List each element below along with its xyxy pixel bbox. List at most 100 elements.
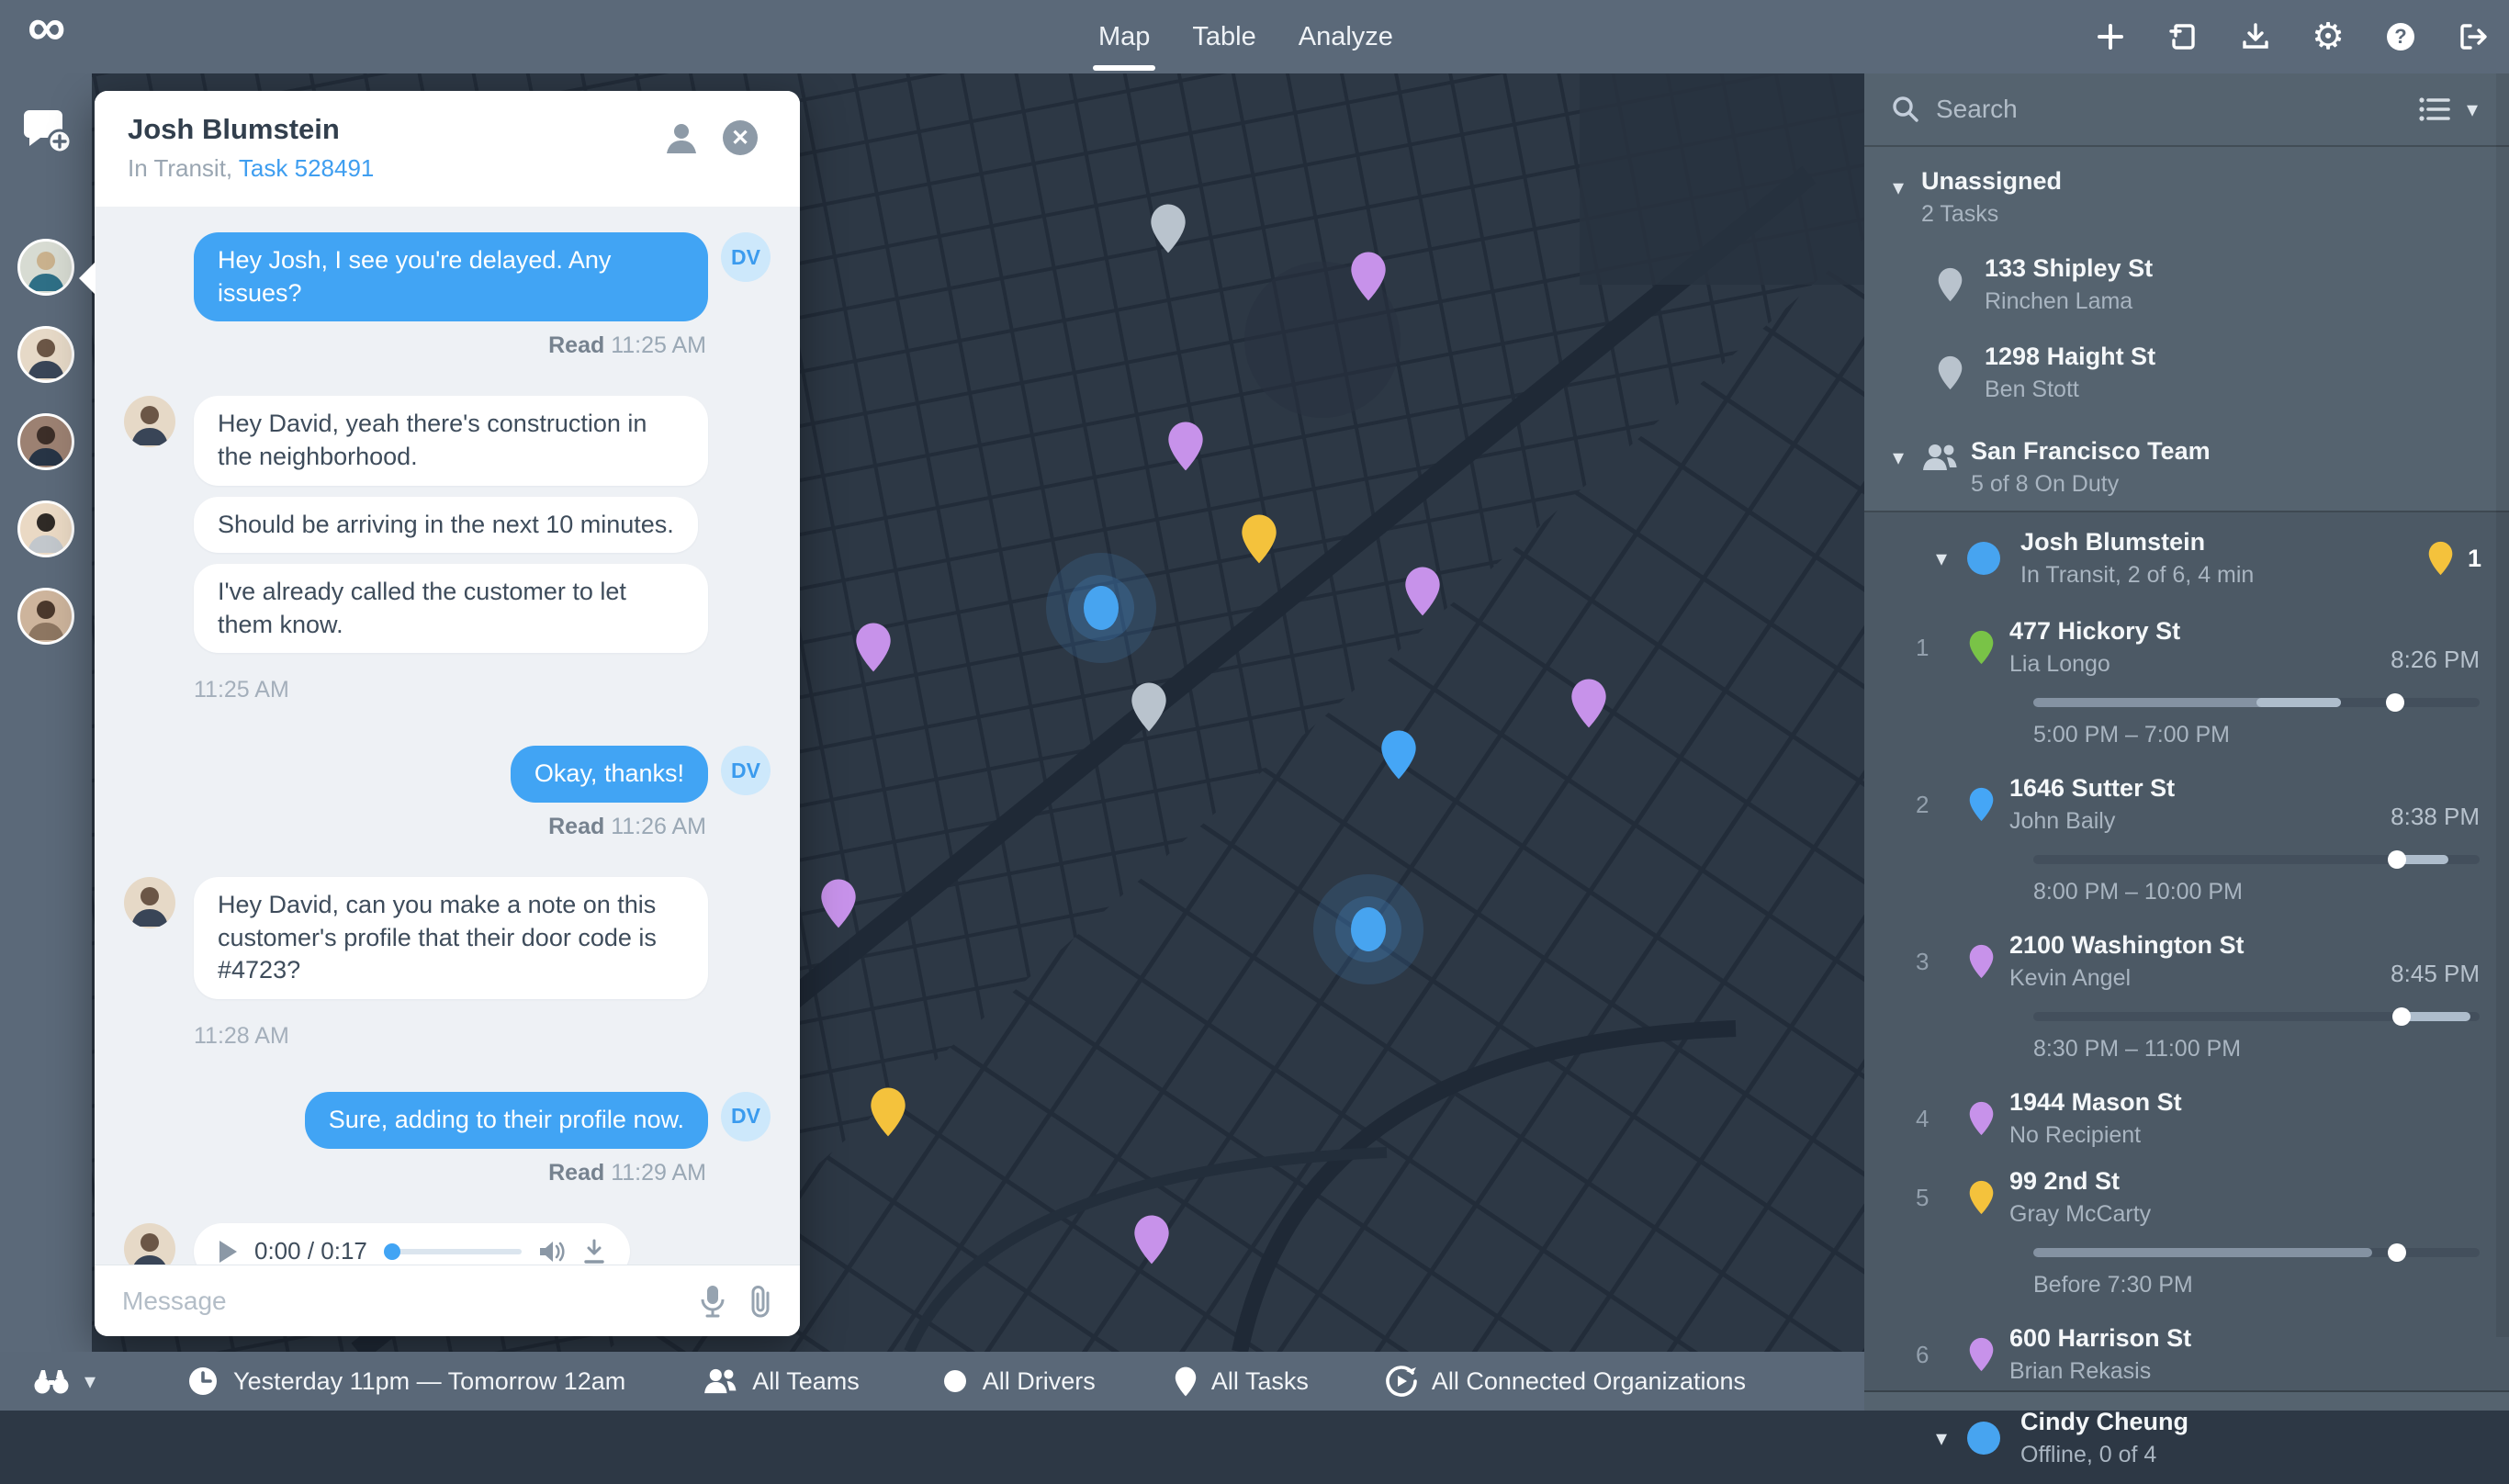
organizations-filter[interactable]: All Connected Organizations — [1386, 1366, 1746, 1397]
map-task-pin-purple[interactable] — [1350, 251, 1387, 301]
group-title: San Francisco Team — [1971, 437, 2211, 466]
view-tabs: Map Table Analyze — [1098, 0, 1393, 73]
task-timeline-bar — [2033, 698, 2480, 707]
play-icon[interactable] — [218, 1240, 238, 1264]
new-chat-icon[interactable] — [20, 110, 73, 158]
search-icon — [1892, 96, 1919, 123]
task-window: 8:30 PM – 11:00 PM — [2033, 1036, 2509, 1062]
collapse-caret-icon[interactable]: ▾ — [1936, 1425, 1947, 1452]
audio-scrubber[interactable] — [384, 1249, 522, 1254]
driver-dot-icon — [942, 1368, 968, 1394]
map-task-pin-gray[interactable] — [1131, 681, 1167, 732]
sender-avatar-dv: DV — [721, 1092, 771, 1141]
driver-avatar-josh-selected[interactable] — [17, 326, 74, 383]
driver-profile-icon[interactable] — [664, 120, 699, 155]
import-tasks-icon[interactable] — [2167, 21, 2199, 52]
task-pin-icon — [1969, 1101, 1994, 1136]
task-window: Before 7:30 PM — [2033, 1272, 2509, 1298]
message-input[interactable] — [122, 1287, 677, 1316]
close-chat-icon[interactable]: ✕ — [723, 120, 758, 155]
selected-driver-section: ▾ Josh Blumstein In Transit, 2 of 6, 4 m… — [1864, 511, 2509, 1392]
read-receipt: Read 11:26 AM — [124, 814, 706, 840]
tasks-filter[interactable]: All Tasks — [1175, 1366, 1309, 1397]
group-subtitle: 2 Tasks — [1921, 201, 2062, 228]
group-subtitle: 5 of 8 On Duty — [1971, 471, 2211, 498]
attachment-icon[interactable] — [748, 1285, 772, 1318]
message-incoming: Hey David, yeah there's construction in … — [194, 396, 708, 485]
chat-panel: Josh Blumstein In Transit, Task 528491 ✕… — [95, 91, 800, 1336]
unassigned-task-row[interactable]: 133 Shipley St Rinchen Lama — [1864, 241, 2509, 329]
task-row-5[interactable]: 5 99 2nd St Gray McCarty Before 7:30 PM — [1864, 1154, 2509, 1311]
chat-messages[interactable]: Hey Josh, I see you're delayed. Any issu… — [95, 207, 800, 1265]
map-task-pin-gray[interactable] — [1150, 203, 1187, 253]
tab-table[interactable]: Table — [1192, 0, 1255, 73]
driver-avatar-5[interactable] — [17, 588, 74, 645]
message-incoming: I've already called the customer to let … — [194, 564, 708, 653]
driver-avatar-1[interactable] — [17, 239, 74, 296]
driver-status-dot — [1967, 1422, 2000, 1455]
badge-count: 1 — [2468, 545, 2481, 573]
task-row-1[interactable]: 1 477 Hickory St Lia Longo 8:26 PM 5:00 … — [1864, 604, 2509, 761]
clock-icon — [187, 1366, 219, 1397]
download-icon[interactable] — [582, 1239, 606, 1265]
map-driver-location-dot[interactable] — [1046, 553, 1156, 663]
export-download-icon[interactable] — [2240, 21, 2271, 52]
driver-avatar-3[interactable] — [17, 413, 74, 470]
task-row-6[interactable]: 6 600 Harrison St Brian Rekasis — [1864, 1311, 2509, 1390]
task-window: 8:00 PM – 10:00 PM — [2033, 879, 2509, 905]
logout-icon[interactable] — [2458, 21, 2489, 52]
sidebar-scrollbar[interactable] — [2496, 73, 2509, 1337]
map-task-pin-purple[interactable] — [1570, 678, 1607, 728]
map-task-pin-yellow[interactable] — [1241, 513, 1277, 564]
volume-icon[interactable] — [538, 1239, 566, 1265]
group-sf-team[interactable]: ▾ San Francisco Team 5 of 8 On Duty — [1864, 417, 2509, 511]
map-task-pin-purple[interactable] — [855, 622, 892, 672]
map-task-pin-purple[interactable] — [1167, 421, 1204, 471]
app-logo-infinity-icon: ∞ — [28, 0, 65, 58]
driver-avatar-4[interactable] — [17, 500, 74, 557]
map-task-pin-blue[interactable] — [1380, 729, 1417, 780]
mic-icon[interactable] — [701, 1285, 725, 1318]
task-window: 5:00 PM – 7:00 PM — [2033, 722, 2509, 748]
group-unassigned[interactable]: ▾ Unassigned 2 Tasks — [1864, 147, 2509, 241]
message-timestamp: 11:28 AM — [194, 1023, 289, 1050]
unassigned-task-row[interactable]: 1298 Haight St Ben Stott — [1864, 329, 2509, 417]
settings-gear-icon[interactable]: ⚙ — [2312, 21, 2344, 52]
chat-panel-pointer — [79, 262, 96, 295]
map-visibility-filter[interactable]: ▾ — [33, 1367, 96, 1395]
teams-filter[interactable]: All Teams — [703, 1367, 860, 1396]
task-pin-icon — [1175, 1366, 1197, 1397]
collapse-caret-icon[interactable]: ▾ — [1888, 174, 1908, 201]
sort-caret-icon[interactable]: ▾ — [2467, 96, 2478, 123]
message-outgoing: Okay, thanks! DV — [124, 746, 771, 803]
driver-row-josh[interactable]: ▾ Josh Blumstein In Transit, 2 of 6, 4 m… — [1864, 512, 2509, 604]
map-task-pin-purple[interactable] — [1133, 1214, 1170, 1265]
driver-row-cindy[interactable]: ▾ Cindy Cheung Offline, 0 of 4 — [1864, 1392, 2509, 1484]
drivers-filter[interactable]: All Drivers — [942, 1367, 1096, 1396]
list-view-icon[interactable] — [2419, 96, 2450, 122]
task-row-4[interactable]: 4 1944 Mason St No Recipient — [1864, 1075, 2509, 1154]
help-icon[interactable]: ? — [2385, 21, 2416, 52]
map-task-pin-purple[interactable] — [820, 878, 857, 928]
collapse-caret-icon[interactable]: ▾ — [1936, 545, 1947, 572]
task-row-2[interactable]: 2 1646 Sutter St John Baily 8:38 PM 8:00… — [1864, 761, 2509, 918]
map-task-pin-purple[interactable] — [1404, 566, 1441, 616]
tab-analyze[interactable]: Analyze — [1299, 0, 1393, 73]
search-input[interactable] — [1936, 95, 2402, 124]
map-driver-location-dot[interactable] — [1313, 874, 1423, 984]
sidebar-search-row: ▾ — [1864, 73, 2509, 147]
message-incoming-group: Hey David, yeah there's construction in … — [124, 396, 771, 703]
task-link[interactable]: Task 528491 — [239, 154, 374, 182]
chat-rail — [0, 73, 92, 1352]
task-row-3[interactable]: 3 2100 Washington St Kevin Angel 8:45 PM… — [1864, 918, 2509, 1075]
task-pin-icon — [1969, 1180, 1994, 1215]
task-eta: 8:26 PM — [2391, 646, 2480, 678]
task-timeline-bar — [2033, 855, 2480, 864]
task-pin-icon — [1969, 630, 1994, 665]
map-task-pin-yellow[interactable] — [870, 1086, 906, 1137]
connected-orgs-icon — [1386, 1366, 1417, 1397]
collapse-caret-icon[interactable]: ▾ — [1888, 444, 1908, 471]
add-task-icon[interactable] — [2095, 21, 2126, 52]
tab-map[interactable]: Map — [1098, 0, 1150, 73]
date-range-filter[interactable]: Yesterday 11pm — Tomorrow 12am — [187, 1366, 625, 1397]
